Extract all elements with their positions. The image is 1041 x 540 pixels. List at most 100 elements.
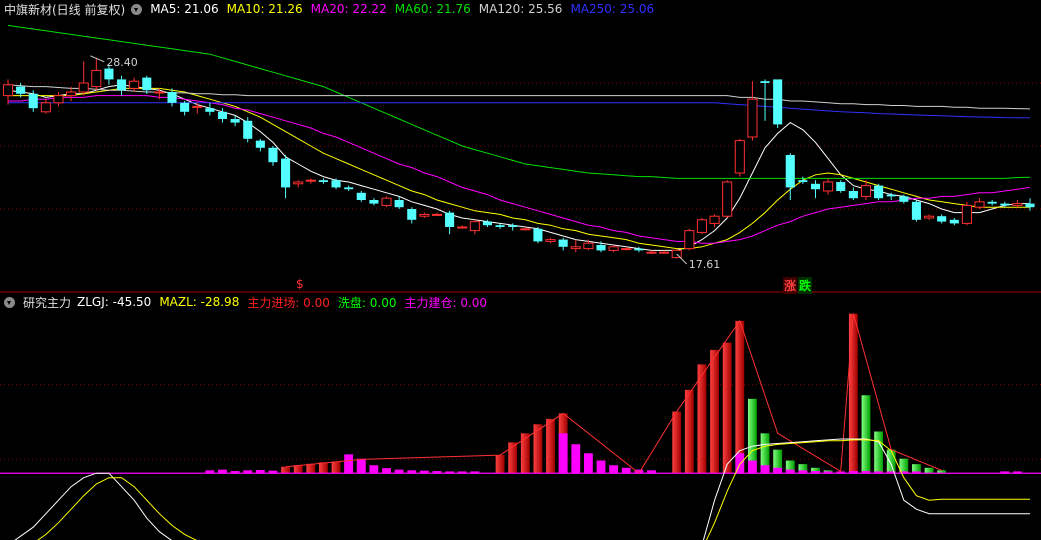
- inflow-envelope: [285, 313, 942, 474]
- inflow-bar: [546, 418, 555, 474]
- accumulation-bar: [773, 467, 783, 474]
- candle-body-up: [53, 95, 64, 104]
- candle-body-down: [331, 180, 341, 188]
- washout-bar: [924, 467, 934, 474]
- zhang-badge: 涨: [783, 277, 798, 294]
- accumulation-bar: [356, 458, 366, 474]
- candle-body-down: [28, 93, 38, 109]
- candle-body-up: [684, 230, 695, 250]
- inflow-bar: [848, 313, 858, 474]
- candle-body-down: [117, 79, 127, 91]
- inflow-bar: [697, 364, 707, 474]
- candle-body-down: [356, 192, 366, 200]
- candle-body-down: [445, 212, 455, 227]
- inflow-bar: [722, 342, 732, 474]
- accumulation-bar: [558, 433, 568, 474]
- candle-body-down: [16, 86, 26, 94]
- candle-body-up: [924, 215, 935, 219]
- candle-body-up: [2, 84, 14, 97]
- candle-body-down: [281, 158, 291, 188]
- candle-body-up: [293, 181, 304, 185]
- candle-body-down: [318, 180, 328, 182]
- candle-body-up: [457, 226, 468, 229]
- candle-body-down: [1000, 203, 1010, 206]
- candle-body-down: [634, 248, 644, 251]
- candle-body-down: [243, 120, 253, 139]
- candle-body-down: [407, 209, 417, 220]
- accumulation-bar: [748, 460, 757, 474]
- candle-body-up: [469, 221, 480, 232]
- candle-body-down: [596, 245, 606, 251]
- candle-body-down: [180, 102, 190, 112]
- candle-body-up: [570, 246, 581, 250]
- candle-body-down: [104, 68, 114, 80]
- candle-body-up: [709, 215, 720, 224]
- low-price-label: 17.61: [689, 258, 721, 271]
- washout-bar: [861, 395, 871, 474]
- candle-body-up: [431, 213, 443, 216]
- candle-body-up: [722, 181, 733, 217]
- candle-body-down: [937, 216, 947, 222]
- candle-body-up: [91, 69, 102, 88]
- candle-body-down: [558, 239, 568, 247]
- candle-body-up: [747, 98, 758, 138]
- candle-body-down: [533, 228, 543, 242]
- accumulation-bar: [344, 454, 354, 474]
- inflow-bar: [672, 411, 682, 474]
- candle-body-down: [167, 92, 177, 103]
- accumulation-bar: [583, 453, 593, 474]
- inflow-bar: [684, 389, 694, 474]
- candle-body-down: [205, 108, 215, 112]
- ma20-line: [8, 95, 1031, 244]
- accumulation-bar: [760, 465, 770, 474]
- candle-body-down: [394, 200, 404, 208]
- candle-body-up: [621, 248, 632, 251]
- candle-body-up: [419, 213, 430, 217]
- candle-body-up: [545, 239, 556, 242]
- washout-bar: [874, 431, 884, 474]
- accumulation-bar: [382, 468, 391, 474]
- candle-body-up: [646, 251, 657, 254]
- inflow-bar: [495, 455, 505, 474]
- signal-marker: $: [296, 277, 304, 291]
- candle-body-up: [192, 105, 203, 108]
- candle-body-down: [911, 201, 921, 220]
- high-marker-line: [90, 55, 105, 63]
- candle-body-up: [659, 251, 670, 254]
- candle-body-up: [78, 82, 89, 93]
- candle-body-up: [129, 80, 140, 89]
- candle-body-up: [66, 91, 77, 97]
- inflow-bar: [520, 433, 530, 474]
- candle-body-up: [823, 181, 834, 192]
- ma60-line: [7, 24, 1031, 179]
- candle-body-down: [217, 111, 228, 119]
- candle-body-down: [482, 221, 492, 226]
- inflow-bar: [319, 462, 328, 474]
- candle-body-down: [836, 182, 846, 191]
- candle-body-up: [520, 228, 531, 231]
- inflow-bar: [710, 349, 719, 474]
- candle-body-down: [369, 200, 379, 204]
- high-price-label: 28.40: [106, 56, 138, 69]
- candle-body-down: [760, 81, 770, 83]
- candle-body-up: [860, 185, 872, 197]
- ma10-line: [8, 87, 1030, 250]
- candle-body-up: [961, 204, 972, 224]
- stock-chart[interactable]: 28.40 17.61: [0, 0, 1041, 540]
- accumulation-bar: [571, 444, 581, 474]
- candle-body-down: [987, 201, 997, 204]
- candle-body-down: [230, 119, 240, 123]
- accumulation-bar: [369, 465, 379, 474]
- candle-body-up: [583, 242, 594, 250]
- candle-body-down: [495, 225, 505, 227]
- accumulation-bar: [609, 465, 619, 474]
- candle-body-up: [40, 102, 51, 113]
- candle-body-up: [305, 179, 316, 182]
- candle-body-down: [344, 187, 354, 190]
- inflow-bar: [331, 461, 341, 474]
- candle-body-down: [773, 79, 783, 125]
- candle-body-up: [608, 246, 619, 251]
- candle-body-down: [798, 180, 808, 182]
- candle-body-up: [974, 201, 985, 208]
- candle-body-up: [1012, 203, 1023, 206]
